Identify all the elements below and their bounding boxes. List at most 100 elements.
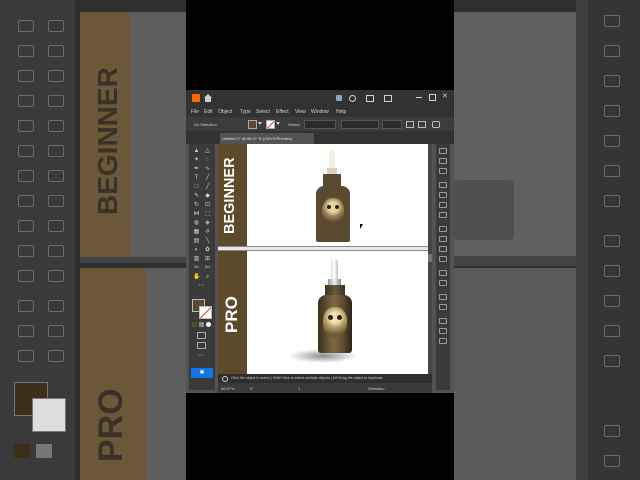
share-icon[interactable] bbox=[336, 95, 342, 101]
zoom-field[interactable]: 66.67% bbox=[221, 386, 235, 391]
gradient-mode-icon[interactable] bbox=[199, 322, 204, 327]
magic-wand-icon[interactable]: ✦ bbox=[193, 157, 200, 164]
pen-icon[interactable]: ✒ bbox=[193, 166, 200, 173]
stroke-swatch[interactable] bbox=[199, 306, 212, 319]
options-icon[interactable] bbox=[432, 121, 440, 128]
action-button[interactable]: ✱ bbox=[191, 368, 213, 378]
artboard-icon[interactable]: ⊞ bbox=[204, 256, 211, 263]
rotate-icon[interactable]: ↻ bbox=[193, 202, 200, 209]
layers-panel-icon[interactable] bbox=[439, 158, 447, 164]
libraries-panel-icon[interactable] bbox=[439, 168, 447, 174]
right-panels-dock bbox=[436, 144, 450, 390]
transform-icon[interactable] bbox=[418, 121, 426, 128]
brushes-panel-icon[interactable] bbox=[439, 192, 447, 198]
stroke-weight-field[interactable] bbox=[304, 120, 336, 129]
stroke-color-swatch[interactable] bbox=[266, 120, 275, 129]
slice-icon[interactable]: ✂ bbox=[193, 265, 200, 272]
maximize-button[interactable] bbox=[429, 94, 436, 101]
align-panel-icon[interactable] bbox=[439, 294, 447, 300]
menu-object[interactable]: Object bbox=[218, 109, 232, 115]
transform-panel-icon[interactable] bbox=[439, 318, 447, 324]
menu-select[interactable]: Select bbox=[256, 109, 270, 115]
document-tab-title: Untitled-1* @ 66.67 % (CMYK/Preview) bbox=[222, 136, 293, 141]
menu-window[interactable]: Window bbox=[311, 109, 329, 115]
align-icon[interactable] bbox=[406, 121, 414, 128]
page-nav-field[interactable]: 1 bbox=[298, 386, 300, 391]
type-icon[interactable]: T bbox=[193, 175, 200, 182]
pro-bottle[interactable] bbox=[318, 259, 352, 353]
blend-icon[interactable]: ◐ bbox=[193, 247, 200, 254]
shape-builder-icon[interactable]: ◍ bbox=[193, 220, 200, 227]
mesh-icon[interactable]: # bbox=[204, 229, 211, 236]
none-mode-icon[interactable] bbox=[206, 322, 211, 327]
hand-icon[interactable]: ✋ bbox=[193, 274, 200, 281]
width-icon[interactable]: ⋈ bbox=[193, 211, 200, 218]
eraser-icon[interactable]: ◆ bbox=[204, 193, 211, 200]
canvas[interactable]: BEGINNER PRO bbox=[218, 144, 432, 374]
properties-panel-icon[interactable] bbox=[439, 148, 447, 154]
stroke-dropdown-icon[interactable] bbox=[276, 122, 280, 125]
menu-view[interactable]: View bbox=[295, 109, 306, 115]
artboard-beginner[interactable]: BEGINNER bbox=[218, 144, 432, 246]
symbols-panel-icon[interactable] bbox=[439, 202, 447, 208]
graphic-styles-panel-icon[interactable] bbox=[439, 212, 447, 218]
eyedropper-icon[interactable]: ╲ bbox=[204, 238, 211, 245]
selection-tool-icon[interactable]: ▲ bbox=[193, 148, 200, 155]
rectangle-icon[interactable]: □ bbox=[193, 184, 200, 191]
scale-icon[interactable]: ⊡ bbox=[204, 202, 211, 209]
background-left-blur: BEGINNER PRO bbox=[0, 0, 186, 480]
style-field[interactable] bbox=[382, 120, 402, 129]
arrange-icon[interactable] bbox=[366, 95, 374, 102]
line-icon[interactable]: ╱ bbox=[204, 175, 211, 182]
perspective-icon[interactable]: ▦ bbox=[193, 229, 200, 236]
direct-selection-icon[interactable]: △ bbox=[204, 148, 211, 155]
swatches-panel-icon[interactable] bbox=[439, 182, 447, 188]
stroke-panel-icon[interactable] bbox=[439, 226, 447, 232]
rotation-field[interactable]: 0° bbox=[250, 386, 254, 391]
links-panel-icon[interactable] bbox=[439, 328, 447, 334]
document-tab[interactable]: Untitled-1* @ 66.67 % (CMYK/Preview) bbox=[220, 133, 314, 144]
pathfinder-panel-icon[interactable] bbox=[439, 304, 447, 310]
more-tools-icon[interactable]: ⋯ bbox=[198, 283, 205, 290]
screen-mode-icon[interactable] bbox=[197, 342, 206, 349]
lasso-icon[interactable]: ◌ bbox=[204, 157, 211, 164]
search-icon[interactable] bbox=[349, 95, 356, 102]
stroke-label: Stroke: bbox=[288, 122, 301, 127]
transparency-panel-icon[interactable] bbox=[439, 246, 447, 252]
scissors-icon[interactable]: ✄ bbox=[204, 265, 211, 272]
asset-export-panel-icon[interactable] bbox=[439, 338, 447, 344]
status-selection[interactable]: Selection bbox=[368, 386, 384, 391]
color-panel-icon[interactable] bbox=[439, 270, 447, 276]
draw-mode-icon[interactable] bbox=[197, 332, 206, 339]
zoom-icon[interactable]: ⌕ bbox=[204, 274, 211, 281]
minimize-button[interactable] bbox=[416, 97, 422, 98]
fill-color-swatch[interactable] bbox=[248, 120, 257, 129]
menu-effect[interactable]: Effect bbox=[276, 109, 289, 115]
appearance-panel-icon[interactable] bbox=[439, 256, 447, 262]
tools-panel: ▲ △ ✦ ◌ ✒ ∿ T ╱ □ ╱ ✎ ◆ ↻ ⊡ ⋈ ⬚ ◍ ◈ ▦ # … bbox=[189, 144, 215, 390]
graph-icon[interactable]: ▥ bbox=[193, 256, 200, 263]
shaper-icon[interactable]: ✎ bbox=[193, 193, 200, 200]
brush-icon[interactable]: ╱ bbox=[204, 184, 211, 191]
free-transform-icon[interactable]: ⬚ bbox=[204, 211, 211, 218]
menu-type[interactable]: Type bbox=[240, 109, 251, 115]
edit-toolbar-icon[interactable]: ⋯ bbox=[198, 352, 204, 359]
close-button[interactable]: ✕ bbox=[442, 93, 448, 100]
menu-file[interactable]: File bbox=[191, 109, 199, 115]
title-bar: ✕ bbox=[186, 90, 454, 106]
color-guide-panel-icon[interactable] bbox=[439, 280, 447, 286]
fill-dropdown-icon[interactable] bbox=[258, 122, 262, 125]
live-paint-icon[interactable]: ◈ bbox=[204, 220, 211, 227]
gradient-icon[interactable]: ▤ bbox=[193, 238, 200, 245]
curvature-icon[interactable]: ∿ bbox=[204, 166, 211, 173]
menu-help[interactable]: Help bbox=[336, 109, 346, 115]
color-mode-icon[interactable] bbox=[192, 322, 197, 327]
variable-width-field[interactable] bbox=[341, 120, 379, 129]
symbol-icon[interactable]: ✿ bbox=[204, 247, 211, 254]
workspace-icon[interactable] bbox=[384, 95, 392, 102]
beginner-bottle[interactable] bbox=[316, 150, 350, 242]
menu-edit[interactable]: Edit bbox=[204, 109, 213, 115]
artboard-pro[interactable]: PRO bbox=[218, 251, 432, 374]
gradient-panel-icon[interactable] bbox=[439, 236, 447, 242]
vertical-scrollbar[interactable] bbox=[428, 144, 432, 374]
